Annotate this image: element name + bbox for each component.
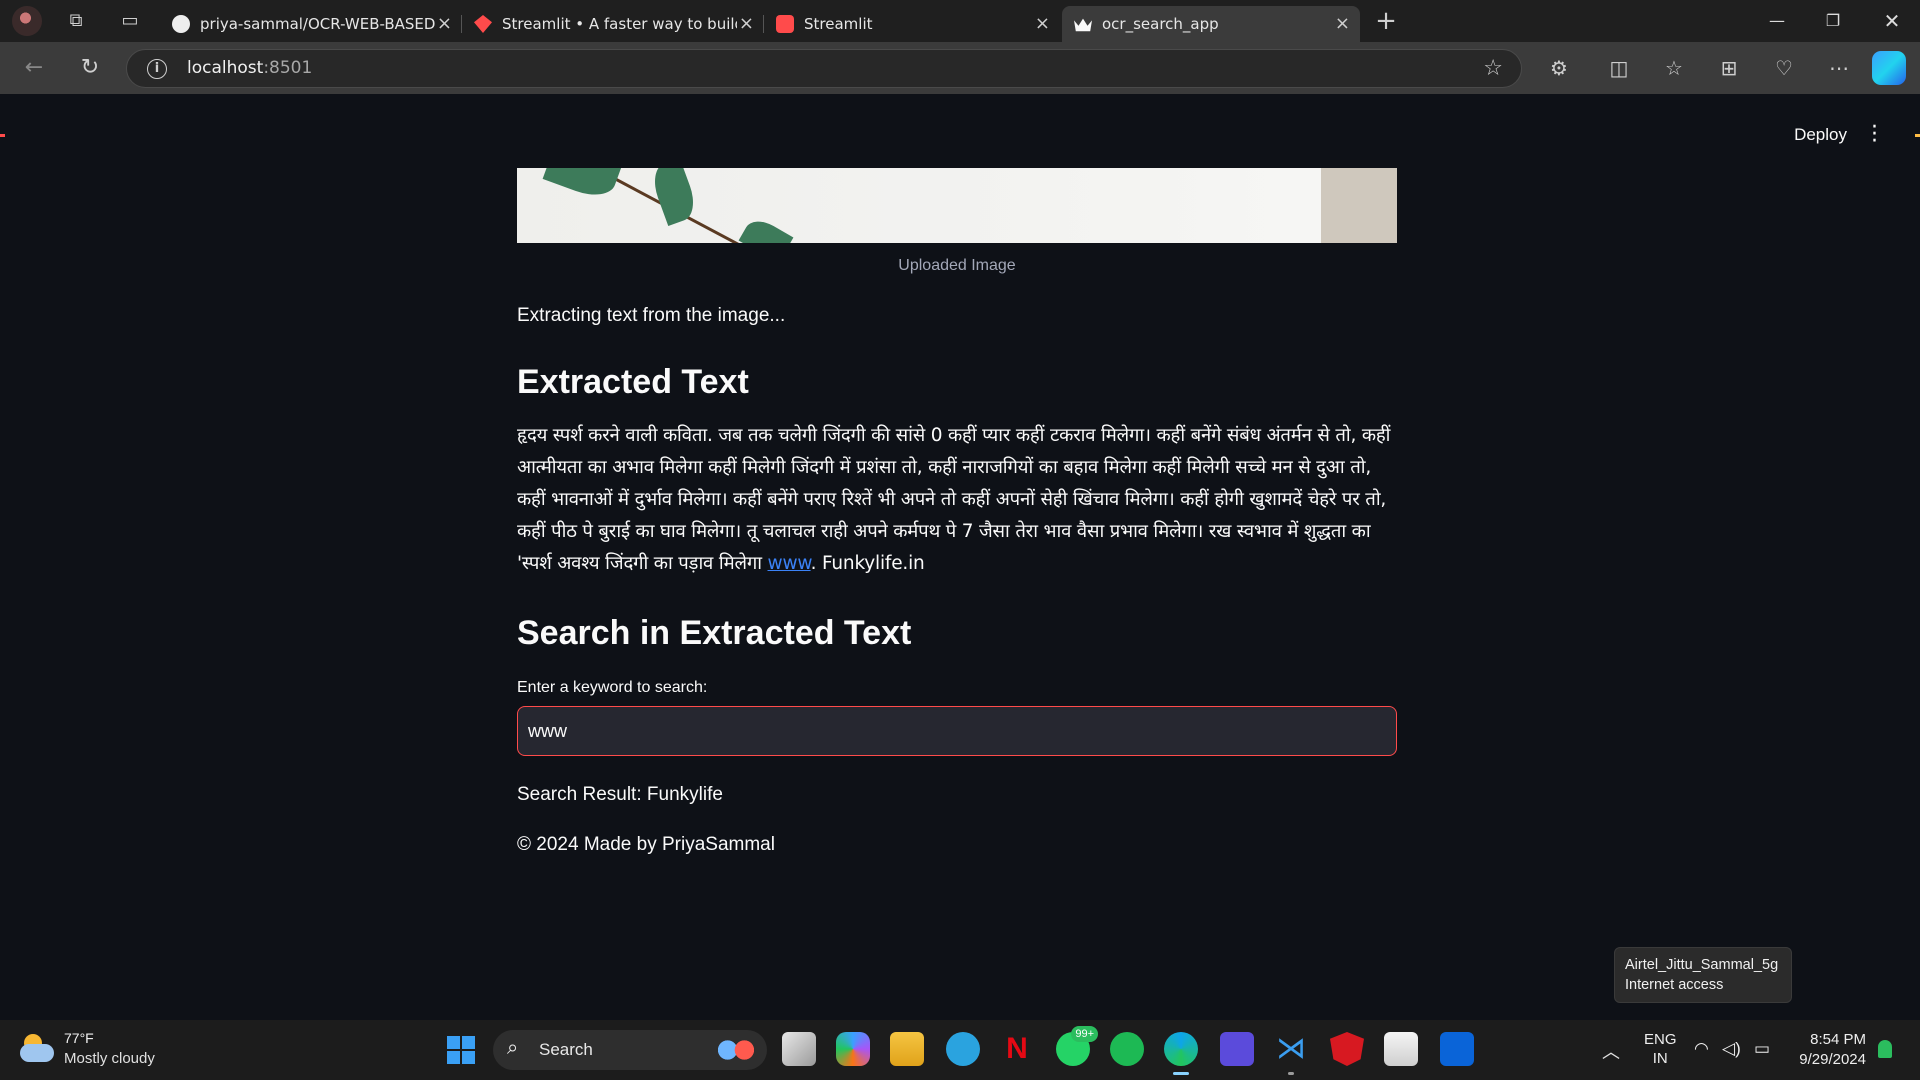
wifi-icon[interactable]: ◠ <box>1694 1039 1709 1059</box>
taskbar-search-label: Search <box>539 1040 593 1059</box>
network-name: Airtel_Jittu_Sammal_5g <box>1625 957 1779 973</box>
weather-temperature[interactable]: 77°F <box>64 1030 94 1046</box>
streamlit-crown-icon <box>1074 18 1092 32</box>
more-menu-icon[interactable]: ⋯ <box>1825 54 1853 82</box>
vscode-icon[interactable]: ⋊ <box>1274 1032 1308 1075</box>
search-highlight-icon <box>715 1038 757 1062</box>
site-info-icon[interactable]: i <box>147 59 167 79</box>
new-tab-icon[interactable]: + <box>1374 8 1398 34</box>
close-icon[interactable]: × <box>1335 6 1350 42</box>
extracted-text-body: हृदय स्पर्श करने वाली कविता. जब तक चलेगी… <box>517 425 1391 574</box>
url-text: localhost:8501 <box>187 50 312 87</box>
lang-region: IN <box>1652 1050 1668 1067</box>
url-field[interactable]: i localhost:8501 ☆ <box>126 49 1522 88</box>
url-port: :8501 <box>263 58 313 78</box>
streamlit-icon <box>776 15 794 33</box>
browser-tab-bar: ⧉ ▭ priya-sammal/OCR-WEB-BASED-/ × Strea… <box>0 0 1920 42</box>
status-text: Extracting text from the image... <box>517 305 786 326</box>
copilot-app-icon[interactable] <box>836 1032 870 1066</box>
main-content: Uploaded Image Extracting text from the … <box>517 168 1397 856</box>
favorites-icon[interactable]: ☆ <box>1660 54 1688 82</box>
edge-browser-icon[interactable] <box>1164 1032 1198 1075</box>
split-screen-icon[interactable]: ◫ <box>1605 54 1633 82</box>
visual-studio-icon[interactable] <box>1220 1032 1254 1066</box>
restore-icon[interactable]: ❐ <box>1805 0 1861 42</box>
outlook-icon[interactable] <box>1440 1032 1474 1066</box>
streamlit-icon <box>474 15 492 33</box>
tab-streamlit[interactable]: Streamlit × <box>764 6 1060 42</box>
browser-essentials-icon[interactable]: ♡ <box>1770 54 1798 82</box>
spotify-icon[interactable] <box>1110 1032 1144 1066</box>
weather-description[interactable]: Mostly cloudy <box>64 1050 155 1067</box>
github-icon <box>172 15 190 33</box>
search-input-label: Enter a keyword to search: <box>517 679 708 696</box>
uploaded-image <box>517 168 1397 243</box>
tab-title: priya-sammal/OCR-WEB-BASED-/ <box>200 15 435 33</box>
whatsapp-icon[interactable]: 99+ <box>1056 1026 1098 1066</box>
back-icon[interactable]: ← <box>20 54 48 82</box>
streamlit-app: Deploy · · · Uploaded Image Extracting tex… <box>5 95 1915 1017</box>
copilot-icon[interactable] <box>1872 51 1906 85</box>
weather-cloud-icon[interactable] <box>20 1034 54 1064</box>
tab-streamlit-faster[interactable]: Streamlit • A faster way to build a × <box>462 6 764 42</box>
image-caption: Uploaded Image <box>898 257 1016 274</box>
volume-icon[interactable]: ◁) <box>1722 1039 1741 1059</box>
profile-avatar[interactable] <box>12 6 42 36</box>
tab-title: ocr_search_app <box>1102 15 1219 33</box>
vertical-tabs-icon[interactable]: ▭ <box>118 9 142 33</box>
tab-github[interactable]: priya-sammal/OCR-WEB-BASED-/ × <box>160 6 462 42</box>
extracted-text-tail: . Funkylife.in <box>810 553 925 574</box>
close-icon[interactable]: × <box>739 6 754 42</box>
network-status: Internet access <box>1625 977 1724 993</box>
footer-credit: © 2024 Made by PriyaSammal <box>517 834 775 855</box>
mcafee-icon[interactable] <box>1330 1032 1364 1066</box>
favorite-star-icon[interactable]: ☆ <box>1483 56 1503 81</box>
url-host: localhost <box>187 58 264 78</box>
clock-time: 8:54 PM <box>1810 1031 1866 1048</box>
search-result: Search Result: Funkylife <box>517 784 723 805</box>
battery-icon[interactable]: ▭ <box>1754 1039 1770 1059</box>
input-language[interactable]: ENG IN <box>1644 1030 1677 1068</box>
lang-code: ENG <box>1644 1031 1677 1048</box>
tab-ocr-search-app[interactable]: ocr_search_app × <box>1062 6 1360 42</box>
search-heading: Search in Extracted Text <box>517 614 912 652</box>
windows-start-icon[interactable] <box>447 1036 475 1064</box>
extracted-text: हृदय स्पर्श करने वाली कविता. जब तक चलेगी… <box>517 420 1397 580</box>
system-clock[interactable]: 8:54 PM 9/29/2024 <box>1790 1030 1866 1070</box>
close-icon[interactable]: × <box>1035 6 1050 42</box>
taskbar-search[interactable]: ⌕ Search <box>493 1030 767 1070</box>
search-input[interactable] <box>517 706 1397 756</box>
task-view-icon[interactable] <box>782 1032 816 1066</box>
tray-overflow-icon[interactable]: ︿ <box>1602 1038 1620 1064</box>
deploy-button[interactable]: Deploy <box>1794 125 1847 145</box>
clock-date: 9/29/2024 <box>1799 1051 1866 1068</box>
whatsapp-badge: 99+ <box>1071 1026 1098 1042</box>
collections-icon[interactable]: ⊞ <box>1715 54 1743 82</box>
weather-cloud <box>20 1044 54 1062</box>
main-menu-icon[interactable]: · · · <box>1871 117 1878 153</box>
telegram-icon[interactable] <box>946 1032 980 1066</box>
refresh-icon[interactable]: ↻ <box>76 54 104 82</box>
browser-address-bar: ← ↻ i localhost:8501 ☆ ⚙ ◫ ☆ ⊞ ♡ ⋯ <box>0 42 1920 137</box>
microsoft-store-icon[interactable] <box>1384 1032 1418 1066</box>
workspaces-icon[interactable]: ⧉ <box>64 9 88 33</box>
extensions-icon[interactable]: ⚙ <box>1545 54 1573 82</box>
image-stone <box>1321 168 1397 243</box>
tab-title: Streamlit • A faster way to build a <box>502 15 737 33</box>
extracted-text-heading: Extracted Text <box>517 363 749 401</box>
close-icon[interactable]: × <box>437 6 452 42</box>
search-icon: ⌕ <box>507 1037 519 1059</box>
image-leaf <box>738 214 794 243</box>
image-leaf <box>542 168 622 203</box>
file-explorer-icon[interactable] <box>890 1032 924 1066</box>
netflix-icon[interactable]: N <box>1000 1032 1034 1066</box>
extracted-link[interactable]: www <box>768 553 811 574</box>
minimize-icon[interactable]: — <box>1749 0 1805 42</box>
network-tooltip: Airtel_Jittu_Sammal_5g Internet access <box>1614 947 1792 1003</box>
tab-title: Streamlit <box>804 15 873 33</box>
notification-bell-icon[interactable] <box>1878 1040 1892 1058</box>
windows-taskbar: 77°F Mostly cloudy ⌕ Search N 99+ ⋊ ︿ EN… <box>0 1020 1920 1080</box>
window-close-icon[interactable]: ✕ <box>1864 0 1920 42</box>
